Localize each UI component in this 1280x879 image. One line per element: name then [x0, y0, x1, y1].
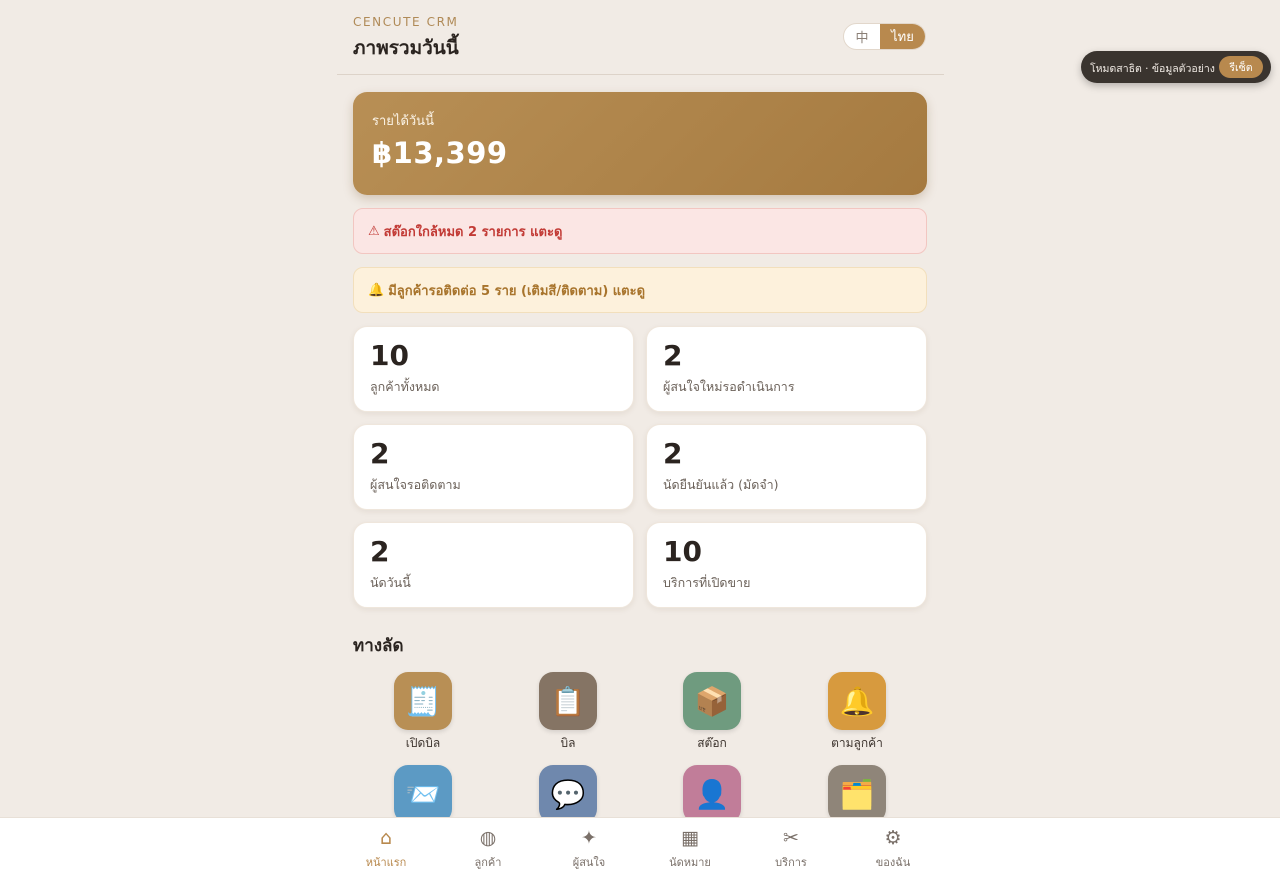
- stat-card-total-customers[interactable]: 10 ลูกค้าทั้งหมด: [353, 326, 634, 412]
- revenue-value: ฿13,399: [372, 136, 508, 170]
- bottom-navigation: ⌂ หน้าแรก ◍ ลูกค้า ✦ ผู้สนใจ ▦ นัดหมาย ✂…: [0, 817, 1280, 879]
- warning-icon: ⚠: [368, 223, 380, 239]
- stat-card-new-leads[interactable]: 2 ผู้สนใจใหม่รอดำเนินการ: [646, 326, 927, 412]
- stat-value: 2: [663, 339, 683, 372]
- calendar-icon: ▦: [681, 827, 699, 849]
- stat-card-confirmed-appointments[interactable]: 2 นัดยืนยันแล้ว (มัดจำ): [646, 424, 927, 510]
- receipt-icon: 🧾: [394, 672, 452, 730]
- shortcut-label: บิล: [560, 736, 576, 750]
- nav-home[interactable]: ⌂ หน้าแรก: [341, 826, 431, 874]
- language-switcher: 中 ไทย: [843, 23, 926, 50]
- mail-icon: 📨: [394, 765, 452, 823]
- stat-value: 2: [663, 437, 683, 470]
- stat-card-today-appointments[interactable]: 2 นัดวันนี้: [353, 522, 634, 608]
- revenue-card: รายได้วันนี้ ฿13,399: [353, 92, 927, 195]
- scissors-icon: ✂: [783, 827, 799, 849]
- shortcut-bills[interactable]: 📋 บิล: [508, 672, 628, 762]
- shortcut-label: เปิดบิล: [405, 736, 441, 750]
- stat-label: นัดยืนยันแล้ว (มัดจำ): [663, 477, 779, 492]
- nav-mine[interactable]: ⚙ ของฉัน: [848, 826, 938, 874]
- stat-label: ผู้สนใจใหม่รอดำเนินการ: [663, 379, 795, 394]
- bell-icon: 🔔: [828, 672, 886, 730]
- stat-label: ลูกค้าทั้งหมด: [370, 379, 440, 394]
- nav-label: ของฉัน: [875, 856, 911, 869]
- shortcut-label: สต๊อก: [697, 736, 727, 750]
- user-icon: 👤: [683, 765, 741, 823]
- shortcut-stock[interactable]: 📦 สต๊อก: [652, 672, 772, 762]
- nav-services[interactable]: ✂ บริการ: [746, 826, 836, 874]
- nav-label: ลูกค้า: [474, 856, 502, 869]
- nav-label: นัดหมาย: [669, 856, 711, 869]
- stat-label: ผู้สนใจรอติดตาม: [370, 477, 461, 492]
- demo-reset-button[interactable]: รีเซ็ต: [1219, 56, 1263, 78]
- nav-appointments[interactable]: ▦ นัดหมาย: [645, 826, 735, 874]
- shortcut-follow-customers[interactable]: 🔔 ตามลูกค้า: [797, 672, 917, 762]
- brand-label: CENCUTE CRM: [353, 15, 459, 29]
- shortcuts-title: ทางลัด: [353, 636, 404, 656]
- stat-card-leads-follow-up[interactable]: 2 ผู้สนใจรอติดตาม: [353, 424, 634, 510]
- package-icon: 📦: [683, 672, 741, 730]
- nav-label: หน้าแรก: [365, 856, 407, 869]
- stat-label: บริการที่เปิดขาย: [663, 575, 751, 590]
- stat-label: นัดวันนี้: [370, 575, 411, 590]
- nav-label: ผู้สนใจ: [572, 856, 606, 869]
- chat-icon: 💬: [539, 765, 597, 823]
- lang-chinese-button[interactable]: 中: [844, 24, 880, 49]
- customers-icon: ◍: [479, 827, 497, 849]
- stat-card-active-services[interactable]: 10 บริการที่เปิดขาย: [646, 522, 927, 608]
- low-stock-alert-text: สต๊อกใกล้หมด 2 รายการ แตะดู: [383, 224, 563, 240]
- low-stock-alert[interactable]: ⚠ สต๊อกใกล้หมด 2 รายการ แตะดู: [353, 208, 927, 254]
- stat-value: 10: [370, 339, 409, 372]
- card-box-icon: 🗂️: [828, 765, 886, 823]
- nav-customers[interactable]: ◍ ลูกค้า: [443, 826, 533, 874]
- sparkle-icon: ✦: [581, 827, 597, 849]
- nav-label: บริการ: [775, 856, 807, 869]
- stat-value: 2: [370, 535, 390, 568]
- shortcut-open-bill[interactable]: 🧾 เปิดบิล: [363, 672, 483, 762]
- demo-mode-banner: โหมดสาธิต · ข้อมูลตัวอย่าง รีเซ็ต: [1081, 51, 1271, 83]
- nav-leads[interactable]: ✦ ผู้สนใจ: [544, 826, 634, 874]
- follow-up-alert-text: มีลูกค้ารอติดต่อ 5 ราย (เติมสี/ติดตาม) แ…: [388, 283, 646, 299]
- revenue-label: รายได้วันนี้: [372, 114, 434, 129]
- bell-icon: 🔔: [368, 282, 385, 298]
- page-title: ภาพรวมวันนี้: [353, 37, 459, 59]
- shortcut-label: ตามลูกค้า: [831, 736, 883, 750]
- stat-value: 10: [663, 535, 702, 568]
- lang-thai-button[interactable]: ไทย: [880, 24, 925, 49]
- stat-value: 2: [370, 437, 390, 470]
- gear-icon: ⚙: [884, 827, 902, 849]
- header: CENCUTE CRM ภาพรวมวันนี้ 中 ไทย: [337, 0, 944, 75]
- page: CENCUTE CRM ภาพรวมวันนี้ 中 ไทย รายได้วัน…: [337, 0, 944, 879]
- demo-mode-text: โหมดสาธิต · ข้อมูลตัวอย่าง: [1090, 63, 1215, 75]
- follow-up-alert[interactable]: 🔔 มีลูกค้ารอติดต่อ 5 ราย (เติมสี/ติดตาม)…: [353, 267, 927, 313]
- home-icon: ⌂: [379, 827, 393, 849]
- clipboard-icon: 📋: [539, 672, 597, 730]
